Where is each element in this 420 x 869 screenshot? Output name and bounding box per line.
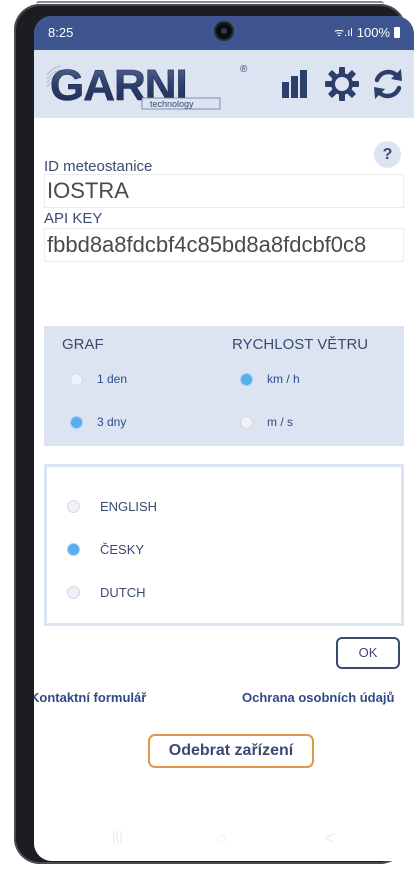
station-id-label: ID meteostanice: [44, 158, 153, 175]
privacy-link[interactable]: Ochrana osobních údajů: [242, 690, 394, 705]
radio-icon: [67, 500, 80, 513]
app-header: GARNI ® technology: [34, 50, 414, 118]
wind-option-label: m / s: [267, 415, 293, 429]
help-button[interactable]: ?: [374, 141, 401, 168]
front-camera-icon: [216, 23, 232, 39]
graph-option-1-den[interactable]: 1 den: [70, 372, 127, 386]
logo-registered-mark: ®: [240, 64, 248, 75]
ok-button[interactable]: OK: [336, 637, 400, 669]
graph-option-3-dny[interactable]: 3 dny: [70, 415, 126, 429]
radio-icon: [240, 415, 253, 429]
graph-option-label: 3 dny: [97, 415, 127, 429]
phone-frame: 8:25 ᯤ.ıl 100% GARNI ® technology ? ID m…: [14, 1, 414, 864]
contact-form-link[interactable]: Kontaktní formulář: [34, 690, 146, 705]
station-id-field[interactable]: IOSTRA: [44, 174, 404, 208]
status-bar: 8:25 ᯤ.ıl 100%: [34, 16, 414, 50]
garni-logo: GARNI ® technology: [46, 61, 248, 110]
chart-icon[interactable]: [280, 68, 310, 100]
signal-icon: ᯤ.ıl: [334, 27, 353, 39]
api-key-field[interactable]: fbbd8a8fdcbf4c85bd8a8fdcbf0c8: [44, 228, 404, 262]
system-nav-bar: ||| ○ <: [34, 816, 414, 861]
refresh-icon[interactable]: [370, 66, 406, 102]
logo-subtext: technology: [150, 99, 194, 109]
language-option-label: ČESKY: [100, 542, 145, 557]
language-option-english[interactable]: ENGLISH: [67, 499, 157, 514]
api-key-label: API KEY: [44, 210, 103, 227]
graph-option-label: 1 den: [97, 372, 128, 386]
screen: 8:25 ᯤ.ıl 100% GARNI ® technology ? ID m…: [34, 16, 414, 861]
language-option-label: DUTCH: [100, 585, 146, 600]
radio-icon: [70, 372, 83, 386]
radio-selected-icon: [70, 415, 83, 429]
wind-option-kmh[interactable]: km / h: [240, 372, 300, 386]
remove-device-button[interactable]: Odebrat zařízení: [148, 734, 314, 768]
phone-edge: [36, 1, 384, 7]
language-box: ENGLISH ČESKY DUTCH: [44, 464, 404, 626]
status-right: ᯤ.ıl 100%: [334, 25, 400, 40]
radio-selected-icon: [240, 372, 253, 386]
wind-speed-title: RYCHLOST VĚTRU: [232, 336, 369, 353]
home-icon[interactable]: ○: [216, 828, 227, 849]
gear-icon[interactable]: [324, 66, 360, 102]
back-icon[interactable]: <: [324, 828, 335, 849]
battery-icon: [394, 27, 400, 38]
radio-icon: [67, 586, 80, 599]
radio-selected-icon: [67, 543, 80, 556]
language-option-label: ENGLISH: [100, 499, 158, 514]
settings-panel: GRAF RYCHLOST VĚTRU 1 den 3 dny km / h m…: [44, 326, 404, 446]
status-time: 8:25: [48, 25, 74, 40]
recent-apps-icon[interactable]: |||: [112, 828, 123, 844]
wind-option-label: km / h: [267, 372, 300, 386]
wind-option-ms[interactable]: m / s: [240, 415, 293, 429]
graph-title: GRAF: [62, 336, 104, 353]
battery-level: 100%: [356, 25, 390, 40]
language-option-dutch[interactable]: DUTCH: [67, 585, 146, 600]
language-option-cesky[interactable]: ČESKY: [67, 542, 144, 557]
